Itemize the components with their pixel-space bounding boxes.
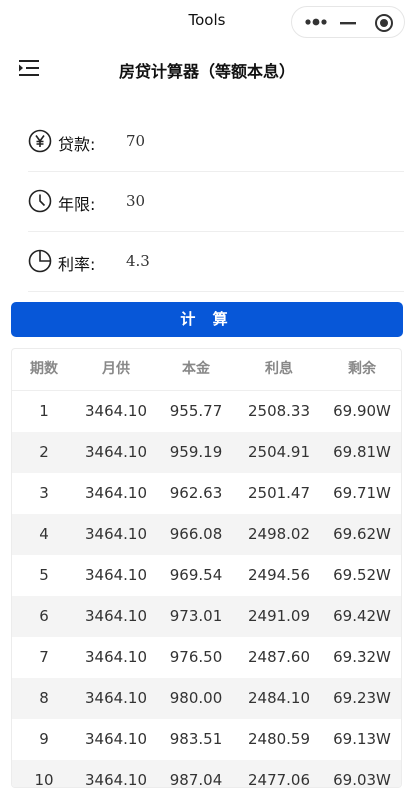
yen-icon [28, 129, 52, 153]
cell-period: 1 [39, 402, 49, 420]
table-row: 6 3464.10 973.01 2491.09 69.42W [12, 596, 401, 637]
cell-remaining: 69.03W [333, 771, 391, 788]
cell-monthly-payment: 3464.10 [84, 484, 148, 502]
page-title: 房贷计算器（等额本息） [118, 62, 295, 81]
cell-remaining: 69.42W [333, 607, 391, 625]
table-row: 9 3464.10 983.51 2480.59 69.13W [12, 719, 401, 760]
table-row: 7 3464.10 976.50 2487.60 69.32W [12, 637, 401, 678]
cell-monthly-payment: 3464.10 [84, 443, 148, 461]
loan-years-label: 年限: [58, 195, 96, 214]
cell-interest: 2494.56 [247, 566, 311, 584]
loan-years-row[interactable]: 年限: 30 [28, 171, 404, 232]
table-row: 8 3464.10 980.00 2484.10 69.23W [12, 678, 401, 719]
window-capsule [291, 6, 405, 38]
header-principal: 本金 [182, 361, 210, 377]
cell-interest: 2491.09 [247, 607, 311, 625]
cell-period: 3 [39, 484, 49, 502]
cell-principal: 983.51 [169, 730, 223, 748]
header-remaining: 剩余 [348, 361, 376, 377]
cell-period: 4 [39, 525, 49, 543]
cell-period: 7 [39, 648, 49, 666]
cell-remaining: 69.71W [333, 484, 391, 502]
cell-period: 10 [34, 771, 54, 788]
cell-monthly-payment: 3464.10 [84, 525, 148, 543]
cell-remaining: 69.62W [333, 525, 391, 543]
cell-interest: 2484.10 [247, 689, 311, 707]
clock-icon [28, 189, 52, 213]
interest-rate-row[interactable]: 利率: 4.3 [28, 231, 404, 292]
cell-monthly-payment: 3464.10 [84, 566, 148, 584]
cell-principal: 962.63 [169, 484, 223, 502]
cell-interest: 2480.59 [247, 730, 311, 748]
header-monthly-payment: 月供 [102, 361, 130, 377]
loan-amount-row[interactable]: 贷款: 70 [28, 111, 404, 172]
more-icon[interactable] [304, 17, 328, 27]
cell-monthly-payment: 3464.10 [84, 607, 148, 625]
loan-amount-input[interactable]: 70 [126, 132, 145, 150]
repayment-table: 期数 月供 本金 利息 剩余 1 3464.10 955.77 2508.33 69.9… [11, 348, 402, 788]
table-row: 10 3464.10 987.04 2477.06 69.03W [12, 760, 401, 788]
table-row: 2 3464.10 959.19 2504.91 69.81W [12, 432, 401, 473]
loan-years-input[interactable]: 30 [126, 192, 145, 210]
cell-principal: 966.08 [169, 525, 223, 543]
cell-period: 9 [39, 730, 49, 748]
cell-principal: 973.01 [169, 607, 223, 625]
cell-principal: 969.54 [169, 566, 223, 584]
interest-rate-label: 利率: [58, 255, 96, 274]
cell-remaining: 69.23W [333, 689, 391, 707]
cell-interest: 2501.47 [247, 484, 311, 502]
cell-remaining: 69.81W [333, 443, 391, 461]
cell-period: 8 [39, 689, 49, 707]
header-period: 期数 [30, 361, 58, 377]
table-row: 1 3464.10 955.77 2508.33 69.90W [12, 391, 401, 432]
cell-remaining: 69.13W [333, 730, 391, 748]
table-row: 4 3464.10 966.08 2498.02 69.62W [12, 514, 401, 555]
cell-interest: 2508.33 [247, 402, 311, 420]
pie-icon [28, 249, 52, 273]
cell-period: 6 [39, 607, 49, 625]
cell-monthly-payment: 3464.10 [84, 402, 148, 420]
cell-interest: 2498.02 [247, 525, 311, 543]
header-interest: 利息 [265, 361, 293, 377]
cell-interest: 2504.91 [247, 443, 311, 461]
cell-principal: 959.19 [169, 443, 223, 461]
cell-monthly-payment: 3464.10 [84, 771, 148, 788]
minimize-icon[interactable] [336, 13, 360, 33]
table-header: 期数 月供 本金 利息 剩余 [12, 349, 401, 391]
loan-amount-label: 贷款: [58, 135, 96, 154]
interest-rate-input[interactable]: 4.3 [126, 252, 150, 270]
cell-interest: 2477.06 [247, 771, 311, 788]
cell-period: 5 [39, 566, 49, 584]
cell-remaining: 69.32W [333, 648, 391, 666]
window-titlebar: Tools [0, 0, 414, 44]
cell-monthly-payment: 3464.10 [84, 689, 148, 707]
record-icon[interactable] [374, 13, 394, 33]
cell-principal: 976.50 [169, 648, 223, 666]
cell-remaining: 69.52W [333, 566, 391, 584]
cell-remaining: 69.90W [333, 402, 391, 420]
cell-principal: 955.77 [169, 402, 223, 420]
cell-interest: 2487.60 [247, 648, 311, 666]
table-row: 5 3464.10 969.54 2494.56 69.52W [12, 555, 401, 596]
calculate-button[interactable]: 计 算 [11, 302, 403, 337]
cell-monthly-payment: 3464.10 [84, 648, 148, 666]
page-header: 房贷计算器（等额本息） [0, 44, 414, 92]
cell-principal: 987.04 [169, 771, 223, 788]
table-row: 3 3464.10 962.63 2501.47 69.71W [12, 473, 401, 514]
cell-monthly-payment: 3464.10 [84, 730, 148, 748]
cell-principal: 980.00 [169, 689, 223, 707]
cell-period: 2 [39, 443, 49, 461]
